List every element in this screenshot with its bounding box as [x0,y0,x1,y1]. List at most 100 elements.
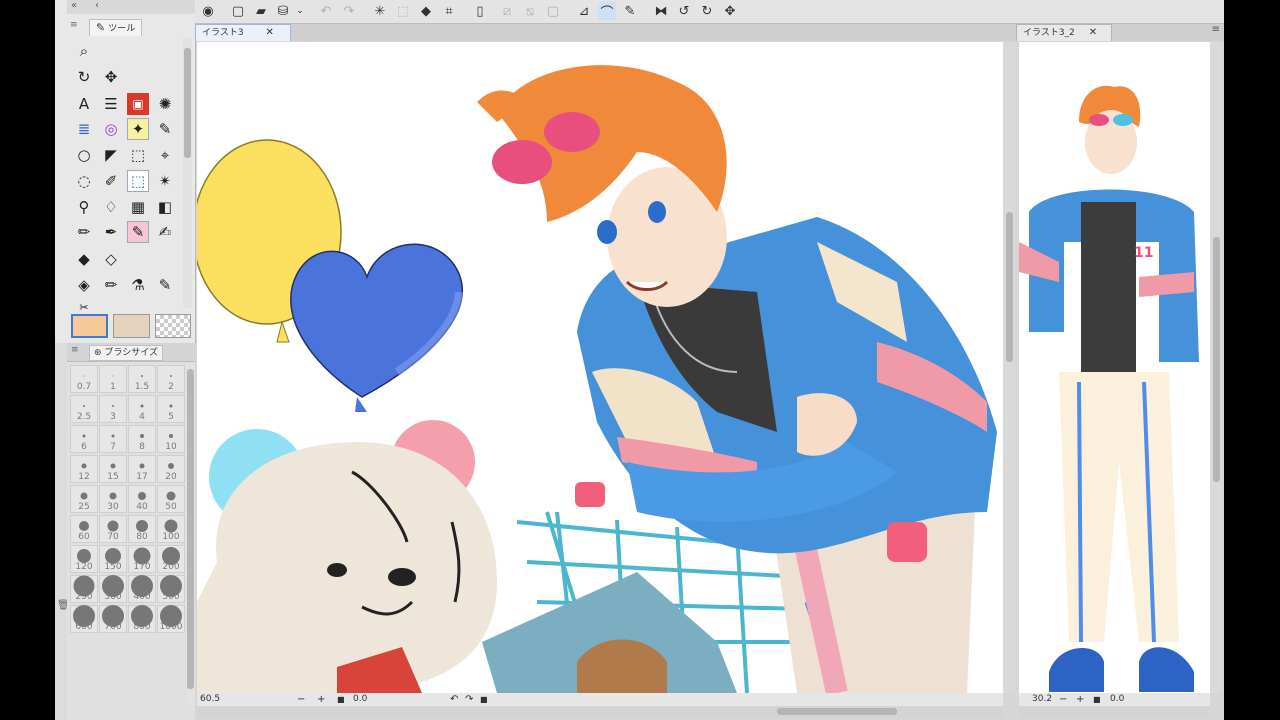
sub-color-swatch[interactable] [113,314,150,338]
brush-size-cell[interactable]: 60 [70,515,98,543]
snap-icon[interactable]: ⌒ [598,2,616,21]
canvas2-scroll-thumb[interactable] [1213,237,1220,482]
save-icon[interactable]: ⛁ [274,2,292,20]
rotate-right-icon[interactable]: ↷ [465,693,473,706]
dropper-icon[interactable]: ⚲ [73,196,95,218]
frame-tool-icon[interactable]: ▣ [127,93,149,115]
brush-size-scroll-thumb[interactable] [187,369,194,689]
tab-canvas1[interactable]: イラスト3 ✕ [195,24,291,41]
brush-size-cell[interactable]: 10 [157,425,185,453]
brush-size-cell[interactable]: 800 [128,605,156,633]
collapse-icon[interactable]: ‹ [95,0,99,11]
close-icon[interactable]: ✕ [1089,27,1097,38]
focus-line-icon[interactable]: ◎ [100,118,122,140]
brush-size-scrollbar[interactable] [186,365,195,705]
brush-size-cell[interactable]: 6 [70,425,98,453]
brush-size-cell[interactable]: 5 [157,395,185,423]
brush-size-cell[interactable]: 50 [157,485,185,513]
blend-tool-icon[interactable]: ♢ [100,196,122,218]
decoration-tool-icon[interactable]: ✦ [127,118,149,140]
brush-size-cell[interactable]: 80 [128,515,156,543]
brush-size-cell[interactable]: 400 [128,575,156,603]
new-icon[interactable]: ▢ [229,2,247,20]
magic-wand-icon[interactable]: ✴ [154,170,176,192]
rotate-view-icon[interactable]: ↻ [73,66,95,88]
speed-line-icon[interactable]: ≣ [73,118,95,140]
fit-icon[interactable]: ■ [1093,693,1101,706]
reset-rotation-icon[interactable]: ■ [480,693,488,706]
brush-size-cell[interactable]: 4 [128,395,156,423]
move-tool-icon[interactable]: ✥ [100,66,122,88]
effect-line-icon[interactable]: ✺ [154,93,176,115]
text-tool-icon[interactable]: A [73,93,95,115]
menu-icon[interactable]: ≡ [1212,24,1220,35]
brush-size-cell[interactable]: 1000 [157,605,185,633]
undo-icon[interactable]: ↶ [317,2,335,20]
selection-pen-icon[interactable]: ✐ [100,170,122,192]
brush-size-cell[interactable]: 12 [70,455,98,483]
brush-size-cell[interactable]: 250 [70,575,98,603]
marker-tool-icon[interactable]: ✍ [154,221,176,243]
balloon-tool-icon[interactable]: ☰ [100,93,122,115]
logo-icon[interactable]: ◉ [199,2,217,20]
rotate-left-icon[interactable]: ↺ [675,2,693,20]
zoom-tool-icon[interactable]: ⌕ [73,40,95,62]
brush-size-cell[interactable]: 200 [157,545,185,573]
zoom-in-icon[interactable]: + [317,693,325,706]
menu-icon[interactable]: ≡ [71,345,79,355]
fit-icon[interactable]: ■ [337,693,345,706]
brush-size-cell[interactable]: 170 [128,545,156,573]
tab-brush-size[interactable]: ⊛ ブラシサイズ [89,345,163,361]
brush-size-cell[interactable]: 100 [157,515,185,543]
selection-icon[interactable]: ▯ [471,2,489,20]
ruler-icon[interactable]: ⊿ [575,2,593,20]
zoom-value[interactable]: 60.5 [200,693,220,706]
transparent-swatch[interactable] [155,314,191,338]
rotation-value[interactable]: 0.0 [1110,693,1124,706]
close-icon[interactable]: ✕ [266,27,274,38]
eyedropper-tool-icon[interactable]: ⌖ [154,144,176,166]
canvas1-scroll-thumb[interactable] [1006,212,1013,362]
redo-icon[interactable]: ↷ [340,2,358,20]
brush-size-cell[interactable]: 25 [70,485,98,513]
clear-icon[interactable]: ⬚ [394,2,412,20]
tool-scrollbar[interactable] [183,38,192,308]
brush-size-cell[interactable]: 120 [70,545,98,573]
fill-icon[interactable]: ◆ [417,2,435,20]
crop-icon[interactable]: ▢ [544,2,562,20]
rotation-value[interactable]: 0.0 [353,693,367,706]
fill-tool-icon[interactable]: ◈ [73,274,95,296]
deselect-icon[interactable]: ⧄ [498,2,516,20]
brush-size-cell[interactable]: 600 [70,605,98,633]
gradient-tool-icon[interactable]: ◧ [154,196,176,218]
brush-size-cell[interactable]: 1.5 [128,365,156,393]
rect-select-icon[interactable]: ⬚ [127,170,149,192]
transform-icon[interactable]: ⌗ [440,2,458,20]
tool-scroll-thumb[interactable] [184,48,191,158]
pen-tool-icon[interactable]: ✒ [100,221,122,243]
airbrush-tool-icon[interactable]: ⚗ [127,274,149,296]
pen-tool-icon[interactable]: ✎ [154,118,176,140]
zoom-value[interactable]: 30.2 [1032,693,1052,706]
canvas-reference[interactable]: 11 [1019,42,1210,693]
brush-size-cell[interactable]: 0.7 [70,365,98,393]
brush-size-cell[interactable]: 20 [157,455,185,483]
save-menu-icon[interactable]: ⌄ [291,2,309,20]
brush-size-cell[interactable]: 17 [128,455,156,483]
lasso-tool-icon[interactable]: ◌ [73,170,95,192]
canvas1-vertical-scrollbar[interactable] [1003,42,1015,693]
brush-size-cell[interactable]: 3 [99,395,127,423]
canvas2-vertical-scrollbar[interactable] [1210,42,1222,693]
collapse-icon[interactable]: « [71,0,77,11]
brush-size-cell[interactable]: 2.5 [70,395,98,423]
ellipse-tool-icon[interactable]: ○ [73,144,95,166]
canvas2-horizontal-scrollbar[interactable] [1019,706,1210,718]
brush-size-cell[interactable]: 70 [99,515,127,543]
pen-icon[interactable]: ✎ [621,2,639,20]
zoom-out-icon[interactable]: − [1059,693,1067,706]
brush-size-cell[interactable]: 1 [99,365,127,393]
invert-icon[interactable]: ⧅ [521,2,539,20]
tab-tool[interactable]: ✎ ツール [89,19,143,36]
brush-size-cell[interactable]: 7 [99,425,127,453]
brush-tool-icon[interactable]: ✎ [127,221,149,243]
